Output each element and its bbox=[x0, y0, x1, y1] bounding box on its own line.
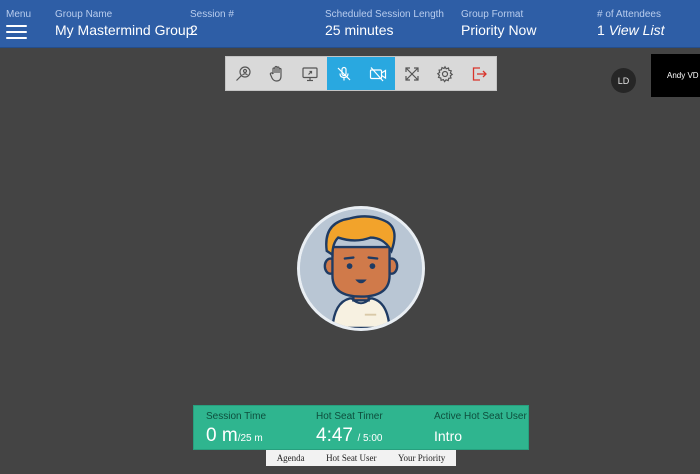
session-time-label: Session Time bbox=[206, 411, 267, 422]
tab-hot-seat-user[interactable]: Hot Seat User bbox=[326, 453, 377, 463]
remote-participant-name: Andy VD ( bbox=[667, 71, 700, 80]
active-user-block: Active Hot Seat User Intro bbox=[434, 411, 527, 447]
hot-seat-timer-label: Hot Seat Timer bbox=[316, 411, 383, 422]
group-format: Priority Now bbox=[461, 22, 537, 38]
search-users-icon bbox=[235, 65, 251, 81]
self-avatar[interactable]: LD bbox=[611, 68, 636, 93]
session-number: 2 bbox=[190, 22, 198, 38]
mic-off-icon bbox=[337, 66, 351, 80]
hot-seat-timer-total: / 5:00 bbox=[357, 433, 383, 444]
settings-button[interactable] bbox=[429, 57, 463, 90]
attendees-block: # of Attendees 1 View List bbox=[597, 9, 664, 39]
view-list-link[interactable]: View List bbox=[609, 22, 665, 38]
participant-avatar bbox=[297, 206, 425, 331]
active-user-value: Intro bbox=[434, 426, 527, 447]
tab-your-priority[interactable]: Your Priority bbox=[398, 453, 445, 463]
mute-button[interactable] bbox=[327, 57, 361, 90]
menu-label: Menu bbox=[6, 9, 32, 20]
group-name-label: Group Name bbox=[55, 9, 113, 20]
session-number-block: Session # 2 bbox=[190, 9, 234, 39]
search-users-button[interactable] bbox=[226, 57, 260, 90]
session-header: Menu Group Name My Mastermind Group. Ses… bbox=[0, 0, 700, 48]
tab-agenda[interactable]: Agenda bbox=[277, 453, 305, 463]
camera-button[interactable] bbox=[361, 57, 395, 90]
session-length-block: Scheduled Session Length 25 minutes bbox=[325, 9, 444, 39]
attendees-label: # of Attendees bbox=[597, 9, 661, 20]
attendees-count: 1 bbox=[597, 22, 605, 38]
session-length: 25 minutes bbox=[325, 22, 394, 38]
session-time-block: Session Time 0 m/25 m bbox=[206, 411, 266, 449]
screen-share-button[interactable] bbox=[294, 57, 328, 90]
group-format-block: Group Format Priority Now bbox=[461, 9, 536, 39]
person-avatar-icon bbox=[300, 209, 422, 328]
hot-seat-timer-value: 4:47 / 5:00 bbox=[316, 426, 383, 449]
call-toolbar bbox=[225, 56, 497, 91]
hamburger-icon[interactable] bbox=[6, 25, 27, 39]
raise-hand-icon bbox=[269, 65, 282, 82]
fullscreen-button[interactable] bbox=[395, 57, 429, 90]
camera-off-icon bbox=[369, 66, 386, 81]
leave-button[interactable] bbox=[462, 57, 496, 90]
screen-share-icon bbox=[302, 66, 318, 81]
session-length-label: Scheduled Session Length bbox=[325, 9, 444, 20]
group-format-label: Group Format bbox=[461, 9, 524, 20]
menu-button[interactable]: Menu bbox=[6, 9, 31, 39]
hot-seat-timer-block: Hot Seat Timer 4:47 / 5:00 bbox=[316, 411, 383, 449]
fullscreen-icon bbox=[405, 66, 419, 81]
hot-seat-timer-remaining: 4:47 bbox=[316, 425, 353, 446]
active-user-name: Intro bbox=[434, 428, 463, 444]
session-info-panel: Session Time 0 m/25 m Hot Seat Timer 4:4… bbox=[193, 405, 529, 450]
bottom-tabs: Agenda Hot Seat User Your Priority bbox=[266, 450, 456, 466]
attendees-value: 1 View List bbox=[597, 22, 664, 39]
remote-video-tile[interactable]: Andy VD ( bbox=[651, 54, 700, 97]
group-name: My Mastermind Group. bbox=[55, 22, 198, 38]
active-user-label: Active Hot Seat User bbox=[434, 411, 527, 422]
group-name-block: Group Name My Mastermind Group. bbox=[55, 9, 197, 39]
session-number-label: Session # bbox=[190, 9, 234, 20]
session-time-elapsed: 0 m bbox=[206, 425, 238, 446]
session-time-value: 0 m/25 m bbox=[206, 426, 266, 449]
gear-icon bbox=[437, 65, 454, 83]
raise-hand-button[interactable] bbox=[260, 57, 294, 90]
session-time-total: /25 m bbox=[237, 433, 263, 444]
exit-icon bbox=[472, 66, 488, 81]
